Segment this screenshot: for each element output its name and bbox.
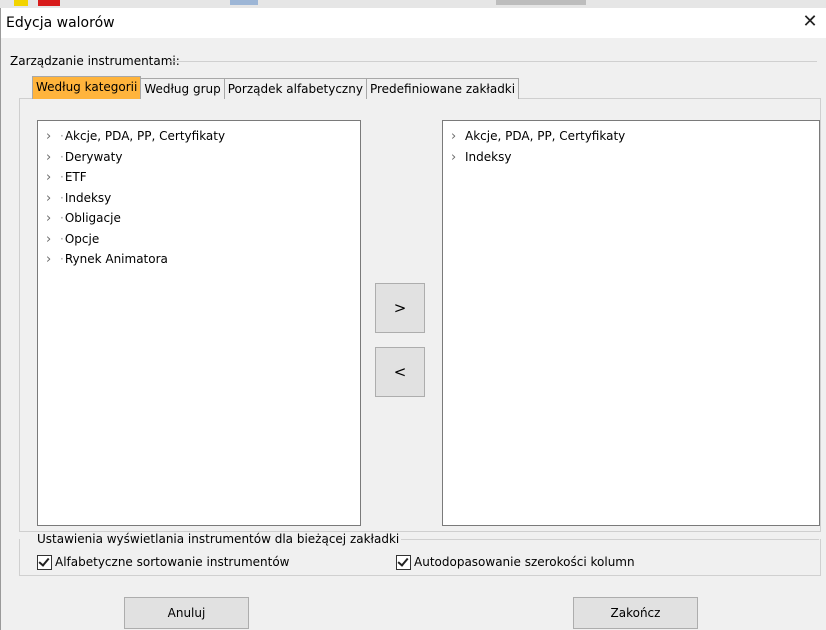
tab-by-category[interactable]: Według kategorii: [32, 76, 142, 99]
tree-dot: ·: [60, 231, 64, 246]
tree-dot: ·: [60, 211, 64, 225]
checkmark-icon[interactable]: [396, 554, 411, 570]
tree-dot: ·: [60, 170, 64, 184]
group-divider: [169, 61, 817, 62]
chevron-right-icon[interactable]: ›: [46, 148, 60, 169]
tree-item[interactable]: › Akcje, PDA, PP, Certyfikaty: [451, 126, 819, 147]
tree-item-label: Obligacje: [64, 211, 121, 225]
close-icon[interactable]: ✕: [799, 11, 821, 33]
tree-dot: ·: [60, 149, 64, 164]
tree-item[interactable]: › ·Obligacje: [46, 208, 360, 229]
chevron-right-icon[interactable]: ›: [46, 127, 60, 148]
tree-dot: ·: [60, 252, 64, 266]
tree-dot: ·: [60, 190, 64, 205]
tree-item-label: Rynek Animatora: [64, 252, 168, 266]
checkbox-label: Autodopasowanie szerokości kolumn: [414, 555, 635, 569]
background-icon: [496, 0, 586, 5]
chevron-right-icon[interactable]: ›: [46, 209, 60, 230]
tree-item[interactable]: › ·Opcje: [46, 229, 360, 250]
background-icon: [14, 0, 28, 6]
management-group-label: Zarządzanie instrumentami:: [10, 54, 180, 68]
display-settings-label: Ustawienia wyświetlania instrumentów dla…: [37, 532, 400, 546]
selected-instruments-tree[interactable]: › Akcje, PDA, PP, Certyfikaty › Indeksy: [442, 120, 820, 526]
window-title: Edycja walorów: [6, 15, 115, 31]
tree-item[interactable]: › ·Derywaty: [46, 147, 360, 168]
tab-bar: Według kategorii Według grup Porządek al…: [32, 76, 520, 99]
tree-item-label: Akcje, PDA, PP, Certyfikaty: [465, 129, 626, 143]
chevron-right-icon[interactable]: ›: [451, 127, 465, 148]
finish-button[interactable]: Zakończ: [573, 597, 698, 629]
chevron-right-icon[interactable]: ›: [46, 230, 60, 251]
tree-item-label: Akcje, PDA, PP, Certyfikaty: [64, 129, 226, 143]
tree-item[interactable]: › ·Rynek Animatora: [46, 249, 360, 270]
alphabetical-sort-checkbox[interactable]: Alfabetyczne sortowanie instrumentów: [37, 554, 289, 570]
background-icon: [230, 0, 258, 5]
autofit-columns-checkbox[interactable]: Autodopasowanie szerokości kolumn: [396, 554, 635, 570]
background-icon: [38, 0, 60, 6]
chevron-right-icon[interactable]: ›: [46, 189, 60, 210]
available-instruments-tree[interactable]: › ·Akcje, PDA, PP, Certyfikaty › ·Derywaty…: [37, 120, 361, 526]
move-right-button[interactable]: >: [375, 283, 425, 333]
tree-item-label: ETF: [64, 170, 87, 184]
tree-item[interactable]: › ·Indeksy: [46, 188, 360, 209]
tree-item-label: Derywaty: [64, 149, 123, 164]
checkbox-label: Alfabetyczne sortowanie instrumentów: [55, 555, 290, 569]
dialog-window: Edycja walorów ✕ Zarządzanie instrumenta…: [0, 8, 826, 630]
tree-item[interactable]: › ·ETF: [46, 167, 360, 188]
tab-alphabetical[interactable]: Porządek alfabetyczny: [223, 78, 367, 99]
tree-item-label: Indeksy: [465, 149, 512, 164]
tree-item[interactable]: › Indeksy: [451, 147, 819, 168]
tree-item-label: Opcje: [64, 231, 100, 246]
tab-by-group[interactable]: Według grup: [140, 78, 225, 99]
tree-item-label: Indeksy: [64, 190, 112, 205]
tab-predefined[interactable]: Predefiniowane zakładki: [365, 78, 520, 99]
chevron-right-icon[interactable]: ›: [46, 250, 60, 271]
chevron-right-icon[interactable]: ›: [451, 148, 465, 169]
move-left-button[interactable]: <: [375, 347, 425, 397]
tree-item[interactable]: › ·Akcje, PDA, PP, Certyfikaty: [46, 126, 360, 147]
tree-dot: ·: [60, 129, 64, 143]
title-bar: Edycja walorów ✕: [1, 8, 826, 38]
group-divider: [401, 539, 819, 540]
chevron-right-icon[interactable]: ›: [46, 168, 60, 189]
checkmark-icon[interactable]: [37, 554, 52, 570]
cancel-button[interactable]: Anuluj: [124, 597, 249, 629]
